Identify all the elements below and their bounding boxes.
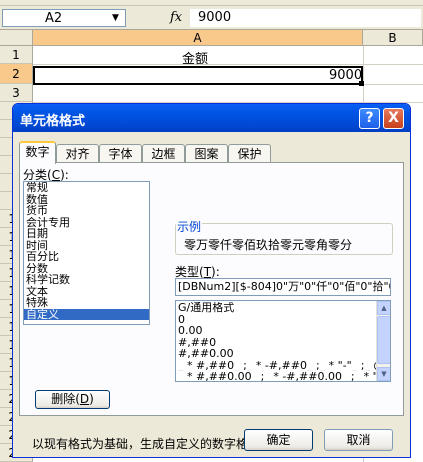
- tab-alignment[interactable]: 对齐: [56, 144, 99, 163]
- list-item[interactable]: 特殊: [24, 297, 149, 309]
- list-item[interactable]: 时间: [24, 240, 149, 252]
- ok-button[interactable]: 确定: [244, 429, 313, 451]
- list-item-selected[interactable]: 自定义: [24, 308, 149, 320]
- tab-protection[interactable]: 保护: [228, 144, 271, 163]
- list-item[interactable]: 货币: [24, 205, 149, 217]
- list-item[interactable]: 分数: [24, 263, 149, 275]
- type-list[interactable]: G/通用格式 0 0.00 #,##0 #,##0.00 _ * #,##0_ …: [175, 300, 391, 382]
- name-box-value: A2: [45, 11, 63, 26]
- category-list[interactable]: 常规 数值 货币 会计专用 日期 时间 百分比 分数 科学记数 文本 特殊 自定…: [23, 181, 150, 325]
- sample-value: 零万零仟零佰玖拾零元零角零分: [184, 238, 353, 252]
- list-item[interactable]: 会计专用: [24, 217, 149, 229]
- row-header-2[interactable]: 2: [0, 64, 33, 84]
- dialog-title: 单元格格式: [20, 114, 86, 129]
- column-header-b[interactable]: B: [363, 30, 423, 46]
- name-box[interactable]: A2 ▼: [2, 9, 126, 27]
- sample-legend: 示例: [176, 218, 203, 235]
- column-header-a[interactable]: A: [33, 30, 363, 46]
- tab-border[interactable]: 边框: [142, 144, 185, 163]
- list-item[interactable]: 0.00: [176, 325, 390, 337]
- scroll-down-icon[interactable]: ▼: [377, 367, 390, 381]
- list-item[interactable]: 0: [176, 314, 390, 326]
- type-input[interactable]: [DBNum2][$-804]0"万"0"仟"0"佰"0"拾"0"元"0"角"0…: [175, 278, 391, 296]
- list-item[interactable]: 数值: [24, 194, 149, 206]
- scrollbar-thumb[interactable]: [377, 316, 390, 364]
- formula-input[interactable]: 9000: [190, 9, 421, 27]
- list-item[interactable]: 日期: [24, 228, 149, 240]
- list-item[interactable]: _ * #,##0.00_ ;_ * -#,##0.00_ ;_ * "-"??…: [176, 371, 390, 381]
- number-tab-panel: 分类(C): 常规 数值 货币 会计专用 日期 时间 百分比 分数 科学记数 文…: [19, 162, 404, 451]
- row-header-3[interactable]: 3: [0, 84, 33, 102]
- close-icon[interactable]: X: [383, 108, 404, 129]
- list-item[interactable]: #,##0: [176, 337, 390, 349]
- select-all-corner[interactable]: [0, 30, 33, 46]
- list-item[interactable]: 文本: [24, 286, 149, 298]
- list-item[interactable]: 常规: [24, 182, 149, 194]
- list-item[interactable]: _ * #,##0_ ;_ * -#,##0_ ;_ * "-"_ ;_ @_: [176, 360, 390, 372]
- tab-number[interactable]: 数字: [19, 141, 56, 164]
- dialog-title-bar[interactable]: 单元格格式 ? X: [13, 104, 410, 132]
- type-list-scrollbar[interactable]: ▲ ▼: [376, 301, 390, 381]
- description-text: 以现有格式为基础，生成自定义的数字格式。: [32, 437, 273, 451]
- list-item[interactable]: G/通用格式: [176, 302, 390, 314]
- grid-line: [33, 64, 423, 65]
- scroll-up-icon[interactable]: ▲: [377, 301, 390, 315]
- delete-button[interactable]: 删除(D): [35, 390, 110, 409]
- tab-patterns[interactable]: 图案: [185, 144, 228, 163]
- fill-handle[interactable]: [359, 81, 364, 86]
- cancel-button[interactable]: 取消: [324, 429, 393, 451]
- function-fx-icon[interactable]: fx: [170, 10, 182, 25]
- list-item[interactable]: #,##0.00: [176, 348, 390, 360]
- row-header-1[interactable]: 1: [0, 46, 33, 64]
- dropdown-arrow-icon[interactable]: ▼: [108, 11, 123, 25]
- selected-cell-outline[interactable]: [33, 66, 363, 85]
- tab-font[interactable]: 字体: [99, 144, 142, 163]
- format-cells-dialog: 单元格格式 ? X 数字 对齐 字体 边框 图案 保护 分类(C): 常规 数值…: [12, 103, 411, 458]
- formula-value: 9000: [198, 10, 232, 25]
- list-item[interactable]: 百分比: [24, 251, 149, 263]
- help-icon[interactable]: ?: [359, 108, 380, 129]
- cell-a1[interactable]: 金额: [182, 48, 208, 67]
- list-item[interactable]: 科学记数: [24, 274, 149, 286]
- formula-bar: A2 ▼ fx 9000: [0, 6, 423, 30]
